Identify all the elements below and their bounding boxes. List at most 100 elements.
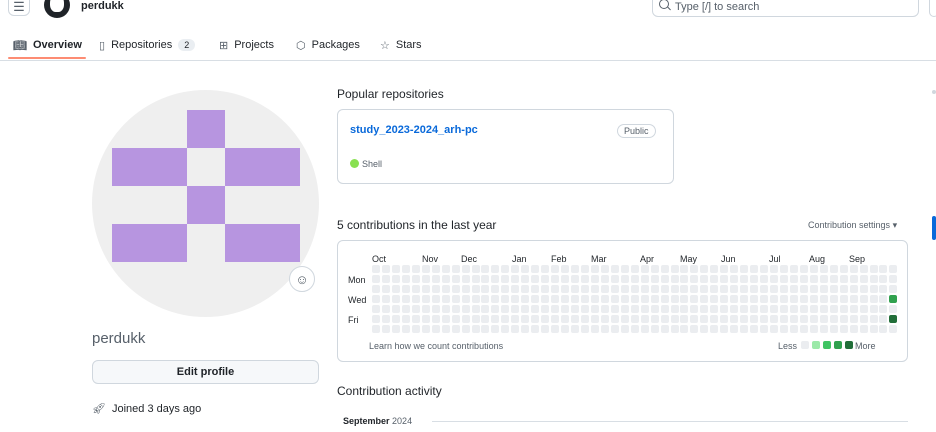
contribution-day[interactable] (650, 285, 659, 293)
contribution-day[interactable] (590, 275, 599, 283)
contribution-day[interactable] (700, 275, 709, 283)
contribution-day[interactable] (829, 325, 838, 333)
contribution-day[interactable] (491, 285, 500, 293)
contribution-day[interactable] (859, 275, 868, 283)
contribution-day[interactable] (839, 295, 848, 303)
contribution-day[interactable] (391, 305, 400, 313)
contribution-day[interactable] (839, 305, 848, 313)
contribution-day[interactable] (451, 325, 460, 333)
contribution-day[interactable] (680, 295, 689, 303)
contribution-day[interactable] (481, 295, 490, 303)
contribution-day[interactable] (461, 305, 470, 313)
contribution-day[interactable] (829, 295, 838, 303)
contribution-day[interactable] (441, 275, 450, 283)
contribution-day[interactable] (660, 325, 669, 333)
contribution-day[interactable] (630, 285, 639, 293)
contribution-day[interactable] (411, 295, 420, 303)
contribution-day[interactable] (600, 325, 609, 333)
contribution-day[interactable] (551, 265, 560, 273)
contribution-day[interactable] (451, 285, 460, 293)
header-username[interactable]: perdukk (81, 0, 124, 12)
contribution-day[interactable] (700, 285, 709, 293)
tab-repositories[interactable]: ▯ Repositories 2 (99, 30, 196, 60)
contribution-day[interactable] (401, 305, 410, 313)
contribution-day[interactable] (670, 275, 679, 283)
contribution-day[interactable] (431, 275, 440, 283)
contribution-day[interactable] (511, 295, 520, 303)
contribution-day[interactable] (511, 275, 520, 283)
contribution-day[interactable] (391, 295, 400, 303)
contribution-day[interactable] (750, 315, 759, 323)
contribution-day[interactable] (740, 265, 749, 273)
contribution-day[interactable] (819, 305, 828, 313)
contribution-day[interactable] (381, 275, 390, 283)
contribution-day[interactable] (799, 325, 808, 333)
contribution-day[interactable] (690, 285, 699, 293)
contribution-day[interactable] (630, 295, 639, 303)
contribution-day[interactable] (819, 265, 828, 273)
contribution-day[interactable] (889, 325, 898, 333)
contribution-day[interactable] (630, 305, 639, 313)
contribution-day[interactable] (690, 315, 699, 323)
contribution-day[interactable] (441, 305, 450, 313)
contribution-day[interactable] (580, 305, 589, 313)
contribution-day[interactable] (481, 275, 490, 283)
menu-button[interactable]: ☰ (8, 0, 30, 16)
contribution-day[interactable] (660, 285, 669, 293)
contribution-day[interactable] (770, 265, 778, 273)
contribution-day[interactable] (531, 265, 540, 273)
contribution-day[interactable] (829, 315, 838, 323)
contribution-day[interactable] (879, 275, 888, 283)
contribution-day[interactable] (849, 285, 858, 293)
contribution-day[interactable] (849, 265, 858, 273)
contribution-day[interactable] (421, 325, 430, 333)
contribution-day[interactable] (600, 305, 609, 313)
contribution-day[interactable] (600, 275, 609, 283)
contribution-day[interactable] (481, 285, 490, 293)
header-action-button[interactable] (929, 0, 936, 17)
contribution-day[interactable] (760, 315, 769, 323)
contribution-day[interactable] (531, 285, 540, 293)
contribution-day[interactable] (730, 315, 739, 323)
contribution-day[interactable] (431, 305, 440, 313)
contribution-day[interactable] (451, 275, 460, 283)
contribution-day[interactable] (381, 295, 390, 303)
contribution-day[interactable] (730, 305, 739, 313)
contribution-day[interactable] (471, 295, 480, 303)
contribution-day[interactable] (501, 265, 510, 273)
contribution-day[interactable] (401, 285, 410, 293)
contribution-day[interactable] (501, 315, 510, 323)
contribution-day[interactable] (580, 315, 589, 323)
contribution-day[interactable] (531, 325, 540, 333)
contribution-day[interactable] (869, 305, 878, 313)
contribution-day[interactable] (372, 325, 380, 333)
contribution-day[interactable] (809, 275, 818, 283)
contribution-day[interactable] (610, 285, 619, 293)
contribution-day[interactable] (620, 305, 629, 313)
contribution-day[interactable] (690, 265, 699, 273)
contribution-day[interactable] (750, 305, 759, 313)
contribution-day[interactable] (839, 325, 848, 333)
contribution-day[interactable] (889, 275, 898, 283)
contribution-day[interactable] (561, 315, 570, 323)
contribution-day[interactable] (491, 275, 500, 283)
contribution-day[interactable] (372, 315, 380, 323)
contribution-day[interactable] (551, 315, 560, 323)
contribution-day[interactable] (491, 315, 500, 323)
contribution-day[interactable] (700, 325, 709, 333)
contribution-day[interactable] (600, 295, 609, 303)
contribution-day[interactable] (401, 265, 410, 273)
contribution-day[interactable] (889, 285, 898, 293)
contribution-day[interactable] (541, 325, 550, 333)
contribution-day[interactable] (600, 285, 609, 293)
contribution-day[interactable] (521, 295, 530, 303)
contribution-day[interactable] (401, 315, 410, 323)
contribution-settings-dropdown[interactable]: Contribution settings ▾ (808, 220, 897, 231)
contribution-day[interactable] (779, 285, 788, 293)
contribution-day[interactable] (441, 295, 450, 303)
contribution-day[interactable] (541, 285, 550, 293)
contribution-day[interactable] (730, 275, 739, 283)
contribution-day[interactable] (730, 295, 739, 303)
contribution-day[interactable] (381, 315, 390, 323)
tab-packages[interactable]: ⬡ Packages (296, 30, 360, 60)
